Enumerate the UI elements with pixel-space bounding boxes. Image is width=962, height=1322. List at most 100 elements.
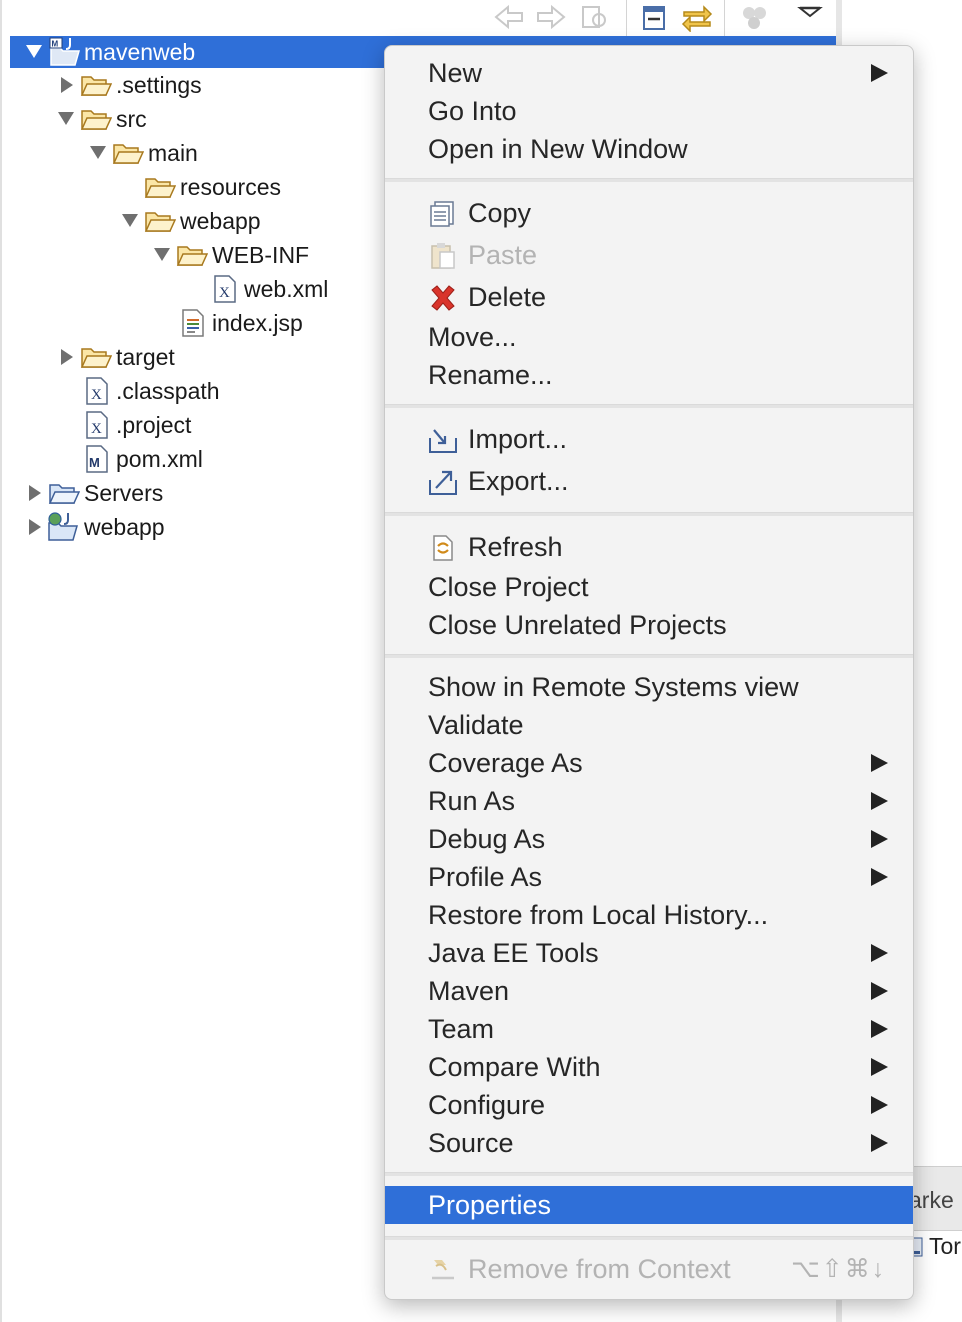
menu-item-label: Open in New Window [428,134,688,164]
menu-item-label: Maven [428,976,510,1006]
menu-item-label: Configure [428,1090,546,1120]
collapse-all-icon[interactable] [638,2,672,32]
menu-item-close-project[interactable]: Close Project [385,568,913,606]
expand-toggle-icon[interactable] [56,340,76,374]
menu-item-export[interactable]: Export... [385,462,913,500]
menu-item-open-new-window[interactable]: Open in New Window [385,130,913,168]
menu-item-compare-with[interactable]: Compare With [385,1048,913,1086]
menu-item-label: Compare With [428,1052,601,1082]
collapse-toggle-icon[interactable] [152,238,172,272]
tree-item-label: index.jsp [212,310,303,336]
menu-item-label: Coverage As [428,748,583,778]
menu-separator [385,1236,913,1240]
menu-item-label: Go Into [428,96,517,126]
submenu-arrow-icon [871,1020,888,1038]
back-icon[interactable] [492,2,526,32]
menu-item-debug-as[interactable]: Debug As [385,820,913,858]
web-project-icon [46,511,78,541]
group-icon[interactable] [738,2,772,32]
menu-item-restore-history[interactable]: Restore from Local History... [385,896,913,934]
submenu-arrow-icon [871,1058,888,1076]
submenu-arrow-icon [871,792,888,810]
markers-tab-label: arke [909,1187,954,1213]
jsp-file-icon [180,309,212,337]
menu-item-show-remote[interactable]: Show in Remote Systems view [385,668,913,706]
menu-item-import[interactable]: Import... [385,420,913,458]
menu-item-maven[interactable]: Maven [385,972,913,1010]
menu-item-go-into[interactable]: Go Into [385,92,913,130]
expand-toggle-icon[interactable] [24,36,44,70]
menu-item-rename[interactable]: Rename... [385,356,913,394]
folder-icon [144,209,177,233]
folder-icon [176,243,209,267]
xml-file-icon: X [84,411,116,439]
server-item-label: Tor [929,1233,961,1259]
tree-item-label: mavenweb [84,39,196,65]
view-menu-chevron-icon[interactable] [794,2,828,32]
tree-item-label: webapp [180,208,261,234]
menu-item-validate[interactable]: Validate [385,706,913,744]
tree-item-label: WEB-INF [212,242,310,268]
collapse-toggle-icon[interactable] [88,136,108,170]
submenu-arrow-icon [871,944,888,962]
menu-item-run-as[interactable]: Run As [385,782,913,820]
menu-item-coverage-as[interactable]: Coverage As [385,744,913,782]
menu-item-team[interactable]: Team [385,1010,913,1048]
menu-item-copy[interactable]: Copy [385,194,913,232]
menu-item-remove-context[interactable]: Remove from Context ⌥⇧⌘↓ [385,1250,913,1288]
collapse-toggle-icon[interactable] [56,102,76,136]
menu-separator [385,654,913,658]
submenu-arrow-icon [871,754,888,772]
forward-icon[interactable] [534,2,568,32]
expand-toggle-icon[interactable] [24,510,44,544]
tree-item-label: webapp [84,514,165,540]
menu-item-paste[interactable]: Paste [385,236,913,274]
menu-item-label: Close Unrelated Projects [428,610,727,640]
menu-separator [385,404,913,408]
menu-item-properties[interactable]: Properties [385,1186,913,1224]
menu-item-label: Refresh [468,532,563,562]
submenu-arrow-icon [871,1134,888,1152]
menu-item-label: Export... [468,466,569,496]
export-icon [428,468,458,496]
tree-item-label: resources [180,174,281,200]
menu-item-label: Close Project [428,572,589,602]
menu-item-label: Debug As [428,824,546,854]
menu-item-source[interactable]: Source [385,1124,913,1162]
menu-item-label: Team [428,1014,495,1044]
folder-icon [80,345,113,369]
menu-item-move[interactable]: Move... [385,318,913,356]
submenu-arrow-icon [871,868,888,886]
up-folder-icon[interactable] [578,2,612,32]
menu-item-profile-as[interactable]: Profile As [385,858,913,896]
remove-context-icon [428,1256,458,1284]
menu-item-label: Java EE Tools [428,938,599,968]
menu-item-label: Delete [468,282,547,312]
collapse-toggle-icon[interactable] [120,204,140,238]
folder-icon [80,107,113,131]
menu-item-delete[interactable]: Delete [385,278,913,316]
xml-file-icon: X [212,275,244,303]
menu-item-new[interactable]: New [385,54,913,92]
menu-item-label: New [428,58,483,88]
delete-icon [428,284,458,312]
link-editor-icon[interactable] [680,2,714,33]
menu-item-label: Show in Remote Systems view [428,672,799,702]
menu-item-close-unrelated[interactable]: Close Unrelated Projects [385,606,913,644]
menu-item-refresh[interactable]: Refresh [385,528,913,566]
tree-item-label: target [116,344,175,370]
tree-item-label: src [116,106,147,132]
expand-toggle-icon[interactable] [56,68,76,102]
menu-separator [385,1172,913,1176]
paste-icon [428,242,458,270]
tree-item-label: .settings [116,72,202,98]
menu-item-label: Move... [428,322,517,352]
menu-item-configure[interactable]: Configure [385,1086,913,1124]
menu-item-label: Restore from Local History... [428,900,769,930]
tree-item-label: web.xml [244,276,329,302]
menu-item-label: Properties [428,1190,552,1220]
folder-icon [112,141,145,165]
menu-item-java-ee-tools[interactable]: Java EE Tools [385,934,913,972]
expand-toggle-icon[interactable] [24,476,44,510]
menu-separator [385,178,913,182]
